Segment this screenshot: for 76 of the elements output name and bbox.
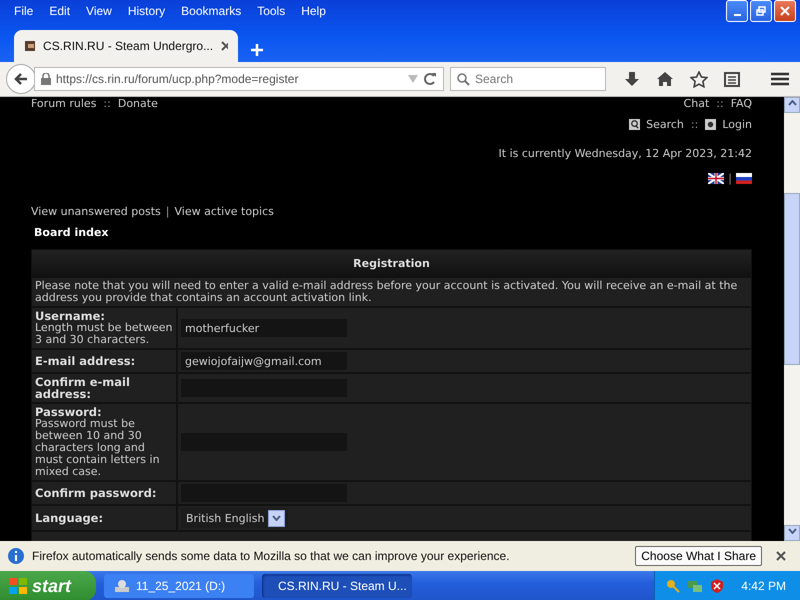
menu-item[interactable]: View: [78, 4, 120, 18]
restore-button[interactable]: [750, 0, 772, 22]
separator: ::: [715, 97, 725, 110]
field-label: Confirm e-mail address:: [35, 376, 131, 400]
close-icon[interactable]: [221, 41, 228, 51]
separator: |: [728, 172, 732, 185]
back-arrow-icon: [14, 72, 28, 86]
separator: ::: [102, 97, 112, 110]
scroll-up-button[interactable]: [784, 97, 800, 113]
menu-item[interactable]: History: [120, 4, 174, 18]
menu-icon[interactable]: [770, 71, 790, 87]
site-icon: [24, 39, 36, 53]
menu-item[interactable]: Tools: [249, 4, 294, 18]
windows-logo-icon: [8, 577, 28, 595]
download-icon[interactable]: [624, 71, 640, 87]
field-label: Password:: [35, 406, 103, 418]
menu-item[interactable]: Edit: [41, 4, 78, 18]
russian-flag-icon[interactable]: [736, 173, 752, 184]
notice-text: Please note that you will need to enter a valid e-mail address before your account is activated. You will receive an e-mail at the address you provide that contains an account activation link.: [32, 278, 751, 308]
field-label: E-mail address:: [35, 355, 136, 367]
header-link[interactable]: Login: [722, 118, 752, 131]
address-bar[interactable]: https://cs.rin.ru/forum/ucp.php?mode=register: [34, 67, 444, 91]
header-link[interactable]: Donate: [118, 97, 158, 110]
nav-link[interactable]: View active topics: [174, 205, 274, 218]
menu-item[interactable]: Bookmarks: [173, 4, 250, 18]
header-link[interactable]: Chat: [684, 97, 710, 110]
taskbar-item[interactable]: CS.RIN.RU - Steam U...: [262, 574, 412, 598]
current-time: It is currently Wednesday, 12 Apr 2023, 21:42: [498, 147, 752, 160]
close-icon[interactable]: [776, 551, 786, 561]
header-link[interactable]: Forum rules: [31, 97, 96, 110]
field-hint: Password must be between 10 and 30 characters long and must contain letters in mixed case.: [35, 418, 161, 478]
close-icon: [780, 6, 790, 16]
back-button[interactable]: [6, 64, 36, 94]
text-input[interactable]: gewiojofaijw@gmail.com: [181, 352, 347, 370]
language-dropdown[interactable]: British English: [181, 508, 288, 528]
drive-icon: [114, 578, 130, 594]
info-icon: [8, 548, 24, 564]
field-label: Confirm password:: [35, 487, 158, 499]
plus-icon[interactable]: [250, 43, 264, 57]
choose-what-i-share-button[interactable]: Choose What I Share: [635, 546, 762, 566]
notification-message: Firefox automatically sends some data to Mozilla so that we can improve your experience.: [32, 549, 511, 563]
separator: ::: [690, 118, 700, 131]
chevron-icon: [272, 515, 282, 521]
menu-item[interactable]: Help: [293, 4, 334, 18]
field-label: Language:: [35, 512, 104, 524]
shield-icon[interactable]: [709, 578, 726, 594]
clock: 4:42 PM: [741, 579, 786, 593]
magnifier-icon: [629, 119, 640, 130]
separator: |: [164, 205, 170, 218]
scrollbar-thumb[interactable]: [784, 193, 800, 365]
minimize-icon: [734, 14, 740, 16]
nav-link[interactable]: View unanswered posts: [31, 205, 161, 218]
header-link[interactable]: Search: [646, 118, 684, 131]
uk-flag-icon[interactable]: [708, 173, 724, 184]
chevron-up-icon: [788, 100, 796, 106]
taskbar-item[interactable]: 11_25_2021 (D:): [104, 574, 254, 598]
scroll-down-button[interactable]: [784, 525, 800, 541]
reading-list-icon[interactable]: [724, 71, 740, 87]
start-button[interactable]: start: [0, 571, 96, 600]
field-label: Username:: [35, 310, 106, 322]
text-input[interactable]: motherfucker: [181, 319, 347, 337]
close-button[interactable]: [774, 0, 796, 22]
lock-icon: [41, 73, 51, 85]
field-hint: Length must be between 3 and 30 characters.: [35, 322, 173, 346]
search-icon: [457, 72, 470, 86]
breadcrumb-link[interactable]: Board index: [34, 226, 109, 239]
menu-item[interactable]: File: [6, 4, 42, 18]
header-link[interactable]: FAQ: [730, 97, 752, 110]
home-icon[interactable]: [656, 71, 674, 87]
restore-icon: [756, 6, 766, 16]
reload-icon[interactable]: [423, 72, 437, 86]
search-field[interactable]: Search: [450, 67, 606, 91]
star-icon[interactable]: [690, 70, 708, 88]
browser-tab[interactable]: CS.RIN.RU - Steam Undergro...: [14, 30, 238, 62]
minimize-button[interactable]: [726, 0, 748, 22]
chevron-down-icon: [788, 528, 796, 534]
